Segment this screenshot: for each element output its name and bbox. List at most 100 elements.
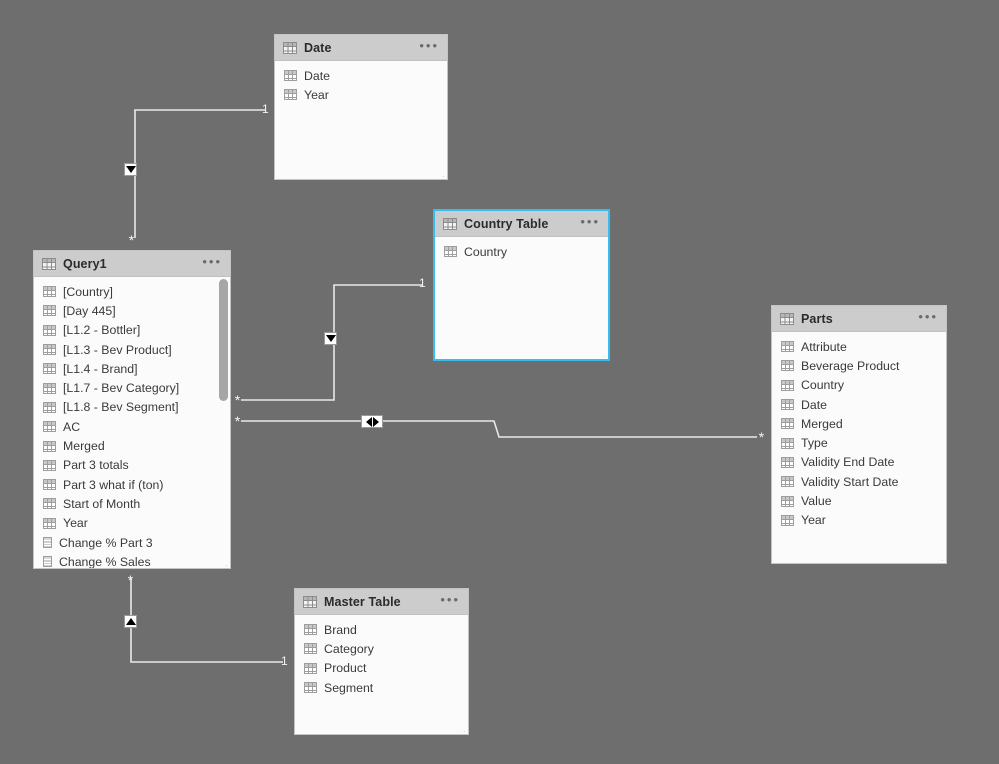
table-column-icon: [444, 246, 457, 258]
table-more-options-icon[interactable]: •••: [202, 255, 222, 271]
field-row[interactable]: AC: [34, 417, 230, 436]
arrow-left-icon: [365, 416, 372, 427]
table-more-options-icon[interactable]: •••: [419, 39, 439, 55]
table-more-options-icon[interactable]: •••: [580, 215, 600, 231]
field-row[interactable]: Part 3 totals: [34, 456, 230, 475]
field-row[interactable]: Year: [772, 511, 946, 530]
field-row[interactable]: Merged: [772, 414, 946, 433]
field-label: Validity Start Date: [801, 474, 899, 489]
table-title: Parts: [801, 311, 833, 326]
field-row[interactable]: [Country]: [34, 282, 230, 301]
table-column-icon: [781, 476, 794, 488]
cardinality-label-country-one: 1: [419, 276, 426, 290]
field-row[interactable]: Start of Month: [34, 494, 230, 513]
measure-icon: [43, 537, 52, 548]
resize-grip-icon[interactable]: [218, 557, 227, 566]
field-label: Beverage Product: [801, 358, 900, 373]
table-card-master-table[interactable]: Master Table ••• Brand Category Product …: [294, 588, 469, 735]
table-header-parts[interactable]: Parts •••: [772, 306, 946, 332]
table-column-icon: [43, 324, 56, 336]
table-column-icon: [43, 363, 56, 375]
table-icon: [42, 257, 56, 270]
field-list-parts: Attribute Beverage Product Country Date …: [772, 332, 946, 563]
table-header-country-table[interactable]: Country Table •••: [435, 211, 608, 237]
cross-filter-arrow-query1-parts[interactable]: [361, 415, 383, 428]
cross-filter-arrow-country-query1[interactable]: [324, 332, 337, 345]
field-row[interactable]: Category: [295, 639, 468, 658]
table-column-icon: [304, 662, 317, 674]
arrow-up-icon: [125, 618, 136, 625]
field-row[interactable]: [L1.7 - Bev Category]: [34, 378, 230, 397]
table-more-options-icon[interactable]: •••: [440, 593, 460, 609]
table-icon: [283, 41, 297, 54]
scrollbar-thumb[interactable]: [219, 279, 228, 401]
table-title: Country Table: [464, 216, 549, 231]
field-label: Validity End Date: [801, 455, 895, 470]
field-row[interactable]: [L1.4 - Brand]: [34, 359, 230, 378]
table-column-icon: [43, 286, 56, 298]
field-list-country-table: Country: [435, 237, 608, 359]
table-icon: [780, 312, 794, 325]
field-row[interactable]: Part 3 what if (ton): [34, 475, 230, 494]
field-label: Product: [324, 661, 367, 676]
table-card-query1[interactable]: Query1 ••• [Country] [Day 445] [L1.2 - B…: [33, 250, 231, 569]
field-row[interactable]: Beverage Product: [772, 356, 946, 375]
field-row[interactable]: Country: [435, 242, 608, 261]
table-card-parts[interactable]: Parts ••• Attribute Beverage Product Cou…: [771, 305, 947, 564]
field-row[interactable]: Date: [275, 66, 447, 85]
field-row[interactable]: Date: [772, 395, 946, 414]
field-row[interactable]: Segment: [295, 678, 468, 697]
field-row[interactable]: Change % Part 3: [34, 533, 230, 552]
field-label: Change % Sales: [59, 554, 151, 568]
table-column-icon: [781, 379, 794, 391]
table-title: Master Table: [324, 594, 401, 609]
table-column-icon: [43, 459, 56, 471]
field-label: AC: [63, 419, 81, 434]
field-row[interactable]: Product: [295, 659, 468, 678]
table-card-country-table[interactable]: Country Table ••• Country: [433, 209, 610, 361]
field-label: Year: [63, 516, 88, 531]
cross-filter-arrow-date-query1[interactable]: [124, 163, 137, 176]
cross-filter-arrow-master-query1[interactable]: [124, 615, 137, 628]
field-row[interactable]: [L1.3 - Bev Product]: [34, 340, 230, 359]
table-column-icon: [781, 399, 794, 411]
cardinality-label-query1-many-parts: *: [234, 413, 241, 429]
field-row[interactable]: [L1.2 - Bottler]: [34, 321, 230, 340]
field-row[interactable]: Country: [772, 376, 946, 395]
field-row[interactable]: Value: [772, 491, 946, 510]
field-row[interactable]: Change % Sales: [34, 552, 230, 568]
table-header-master-table[interactable]: Master Table •••: [295, 589, 468, 615]
field-label: Start of Month: [63, 496, 141, 511]
table-header-date[interactable]: Date •••: [275, 35, 447, 61]
field-row[interactable]: Year: [34, 514, 230, 533]
table-column-icon: [781, 456, 794, 468]
table-column-icon: [43, 401, 56, 413]
field-row[interactable]: [L1.8 - Bev Segment]: [34, 398, 230, 417]
field-row[interactable]: Attribute: [772, 337, 946, 356]
field-row[interactable]: [Day 445]: [34, 301, 230, 320]
field-label: Brand: [324, 622, 357, 637]
table-more-options-icon[interactable]: •••: [918, 310, 938, 326]
field-row[interactable]: Validity Start Date: [772, 472, 946, 491]
field-label: Attribute: [801, 339, 847, 354]
field-row[interactable]: Year: [275, 85, 447, 104]
table-header-query1[interactable]: Query1 •••: [34, 251, 230, 277]
relationship-line-master-query1: [130, 578, 283, 663]
resize-grip-icon[interactable]: [596, 348, 605, 357]
field-label: [L1.8 - Bev Segment]: [63, 400, 179, 415]
resize-grip-icon[interactable]: [934, 552, 943, 561]
field-label: Part 3 what if (ton): [63, 477, 164, 492]
model-diagram-canvas[interactable]: 1 * 1 * * * 1 * Date ••• Date Year Count…: [0, 0, 999, 764]
resize-grip-icon[interactable]: [435, 168, 444, 177]
arrow-right-icon: [372, 416, 379, 427]
vertical-scrollbar[interactable]: [219, 279, 228, 566]
field-row[interactable]: Merged: [34, 436, 230, 455]
field-row[interactable]: Validity End Date: [772, 453, 946, 472]
table-card-date[interactable]: Date ••• Date Year: [274, 34, 448, 180]
field-row[interactable]: Type: [772, 433, 946, 452]
table-column-icon: [43, 479, 56, 491]
cardinality-label-query1-many-date: *: [128, 232, 135, 248]
field-row[interactable]: Brand: [295, 620, 468, 639]
table-column-icon: [781, 495, 794, 507]
resize-grip-icon[interactable]: [456, 723, 465, 732]
